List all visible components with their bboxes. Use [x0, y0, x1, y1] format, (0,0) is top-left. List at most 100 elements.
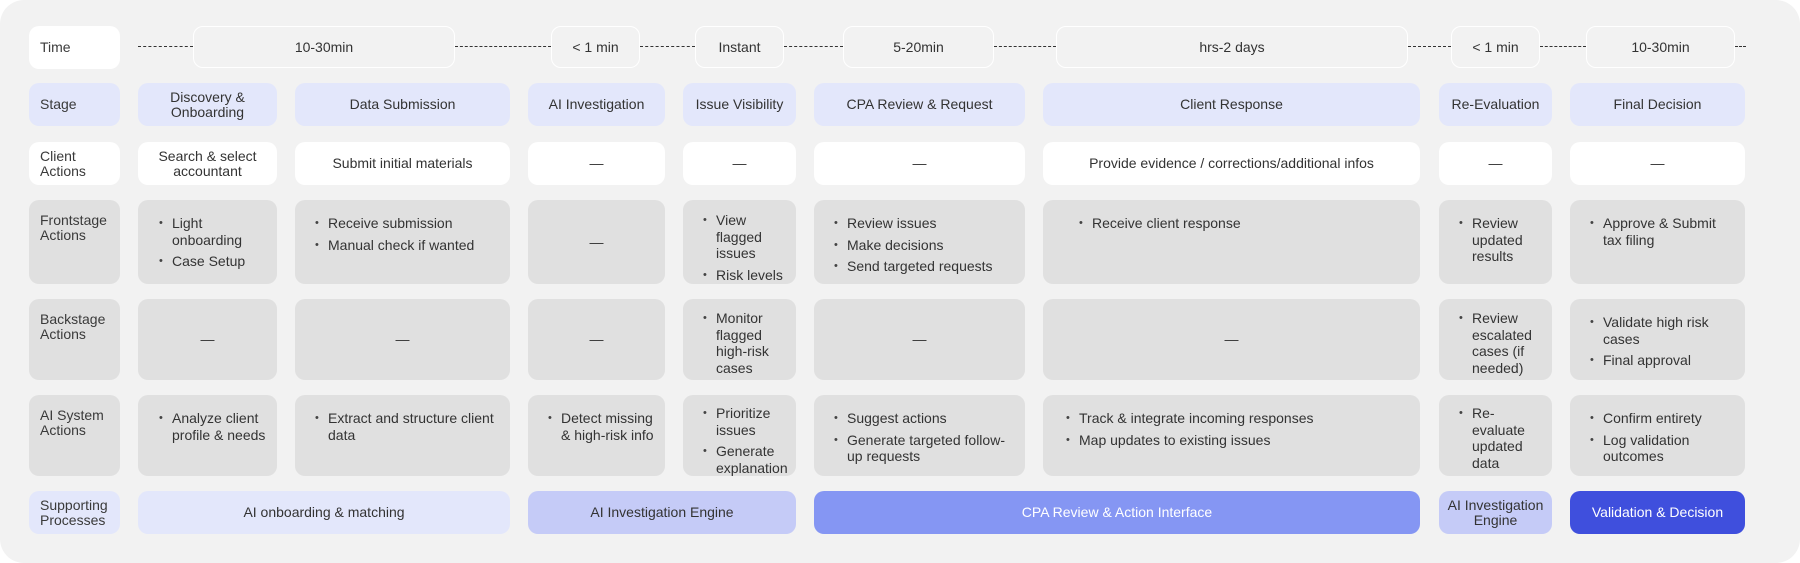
client-action-cell: —: [1439, 142, 1552, 185]
timeline-dash: [640, 46, 695, 47]
ai-system-list: Prioritize issues Generate explanation: [699, 405, 792, 476]
timeline-dash: [138, 46, 193, 47]
bullet-item: Approve & Submit tax filing: [1586, 215, 1737, 248]
row-label-frontstage-actions: Frontstage Actions: [29, 200, 120, 284]
bullet-item: Prioritize issues: [699, 405, 792, 438]
frontstage-list: Receive submission Manual check if wanted: [311, 215, 502, 253]
ai-system-cell: Detect missing & high-risk info: [528, 395, 665, 476]
bullet-item: Map updates to existing issues: [1062, 432, 1412, 449]
timeline-dash: [994, 46, 1056, 47]
frontstage-list: Light onboarding Case Setup: [155, 215, 269, 270]
row-label-supporting-processes: Supporting Processes: [29, 491, 120, 534]
ai-system-cell: Prioritize issues Generate explanation: [683, 395, 796, 476]
ai-system-cell: Confirm entirety Log validation outcomes: [1570, 395, 1745, 476]
frontstage-list: Approve & Submit tax filing: [1586, 215, 1737, 248]
timeline-dash: [784, 46, 843, 47]
stage-cell: AI Investigation: [528, 83, 665, 126]
stage-cell: Data Submission: [295, 83, 510, 126]
backstage-list: Monitor flagged high-risk cases: [699, 310, 790, 376]
ai-system-list: Track & integrate incoming responses Map …: [1062, 410, 1412, 448]
stage-cell: Re-Evaluation: [1439, 83, 1552, 126]
bullet-item: Re-evaluate updated data: [1455, 405, 1546, 471]
supporting-process-investigation-engine: AI Investigation Engine: [528, 491, 796, 534]
backstage-cell: —: [528, 299, 665, 380]
bullet-item: Extract and structure client data: [311, 410, 502, 443]
bullet-item: Suggest actions: [830, 410, 1017, 427]
time-pill: hrs-2 days: [1056, 26, 1408, 68]
backstage-cell: Monitor flagged high-risk cases: [683, 299, 796, 380]
backstage-cell: —: [814, 299, 1025, 380]
frontstage-cell: Approve & Submit tax filing: [1570, 200, 1745, 284]
bullet-item: Monitor flagged high-risk cases: [699, 310, 790, 376]
time-pill: 5-20min: [843, 26, 994, 68]
bullet-item: Confirm entirety: [1586, 410, 1737, 427]
stage-cell: Client Response: [1043, 83, 1420, 126]
client-action-cell: Search & select accountant: [138, 142, 277, 185]
bullet-item: Log validation outcomes: [1586, 432, 1737, 465]
client-action-cell: Provide evidence / corrections/additiona…: [1043, 142, 1420, 185]
ai-system-list: Analyze client profile & needs: [155, 410, 269, 443]
backstage-cell: —: [295, 299, 510, 380]
ai-system-cell: Suggest actions Generate targeted follow-…: [814, 395, 1025, 476]
row-label-time: Time: [29, 26, 120, 69]
row-label-ai-system-actions: AI System Actions: [29, 395, 120, 476]
service-blueprint: Time Stage Client Actions Frontstage Act…: [0, 0, 1800, 563]
bullet-item: Risk levels: [699, 267, 790, 284]
bullet-item: Receive client response: [1075, 215, 1412, 232]
timeline-dash: [455, 46, 551, 47]
backstage-list: Validate high risk cases Final approval: [1586, 314, 1737, 369]
frontstage-cell: View flagged issues Risk levels: [683, 200, 796, 284]
bullet-item: Review escalated cases (if needed): [1455, 310, 1546, 376]
frontstage-list: Receive client response: [1075, 215, 1412, 232]
client-action-cell: —: [814, 142, 1025, 185]
ai-system-list: Suggest actions Generate targeted follow-…: [830, 410, 1017, 465]
frontstage-cell: Review issues Make decisions Send targeted…: [814, 200, 1025, 284]
supporting-process-onboarding: AI onboarding & matching: [138, 491, 510, 534]
time-pill: 10-30min: [193, 26, 455, 68]
frontstage-cell: Receive client response: [1043, 200, 1420, 284]
timeline-dash: [1540, 46, 1586, 47]
bullet-item: Detect missing & high-risk info: [544, 410, 657, 443]
ai-system-list: Re-evaluate updated data: [1455, 405, 1546, 471]
row-label-backstage-actions: Backstage Actions: [29, 299, 120, 380]
backstage-cell: —: [1043, 299, 1420, 380]
bullet-item: Track & integrate incoming responses: [1062, 410, 1412, 427]
bullet-item: Review updated results: [1455, 215, 1546, 265]
client-action-cell: —: [1570, 142, 1745, 185]
ai-system-cell: Track & integrate incoming responses Map …: [1043, 395, 1420, 476]
time-pill: < 1 min: [1451, 26, 1540, 68]
backstage-list: Review escalated cases (if needed): [1455, 310, 1546, 376]
supporting-process-validation: Validation & Decision: [1570, 491, 1745, 534]
bullet-item: Analyze client profile & needs: [155, 410, 269, 443]
bullet-item: View flagged issues: [699, 212, 790, 262]
bullet-item: Manual check if wanted: [311, 237, 502, 254]
frontstage-list: Review issues Make decisions Send targeted…: [830, 215, 1017, 275]
ai-system-list: Detect missing & high-risk info: [544, 410, 657, 443]
time-pill: 10-30min: [1586, 26, 1735, 68]
ai-system-list: Extract and structure client data: [311, 410, 502, 443]
frontstage-cell: —: [528, 200, 665, 284]
frontstage-list: View flagged issues Risk levels: [699, 212, 790, 283]
backstage-cell: —: [138, 299, 277, 380]
row-label-stage: Stage: [29, 83, 120, 126]
bullet-item: Final approval: [1586, 352, 1737, 369]
stage-cell: Final Decision: [1570, 83, 1745, 126]
stage-cell: Issue Visibility: [683, 83, 796, 126]
client-action-cell: Submit initial materials: [295, 142, 510, 185]
row-label-client-actions: Client Actions: [29, 142, 120, 185]
bullet-item: Make decisions: [830, 237, 1017, 254]
frontstage-cell: Light onboarding Case Setup: [138, 200, 277, 284]
bullet-item: Send targeted requests: [830, 258, 1017, 275]
client-action-cell: —: [528, 142, 665, 185]
stage-cell: CPA Review & Request: [814, 83, 1025, 126]
frontstage-list: Review updated results: [1455, 215, 1546, 265]
timeline-dash: [1408, 46, 1451, 47]
supporting-process-cpa-interface: CPA Review & Action Interface: [814, 491, 1420, 534]
frontstage-cell: Receive submission Manual check if wanted: [295, 200, 510, 284]
timeline-dash: [1735, 46, 1746, 47]
ai-system-cell: Extract and structure client data: [295, 395, 510, 476]
bullet-item: Validate high risk cases: [1586, 314, 1737, 347]
supporting-process-investigation-engine-2: AI Investigation Engine: [1439, 491, 1552, 534]
backstage-cell: Validate high risk cases Final approval: [1570, 299, 1745, 380]
bullet-item: Review issues: [830, 215, 1017, 232]
